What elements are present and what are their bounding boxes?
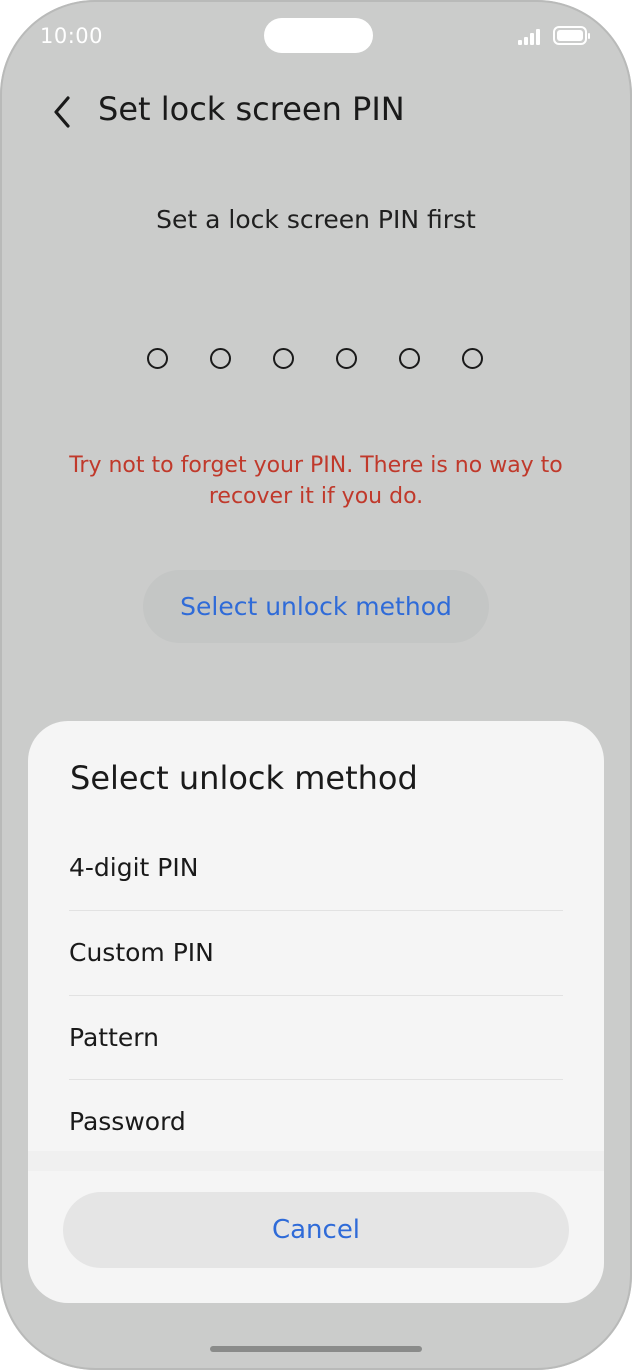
home-indicator[interactable] <box>210 1346 422 1352</box>
pin-dot <box>273 348 294 369</box>
back-button[interactable] <box>46 92 82 132</box>
pin-dot <box>147 348 168 369</box>
pin-warning: Try not to forget your PIN. There is no … <box>69 453 563 509</box>
signal-icon <box>518 28 544 45</box>
pin-dot <box>336 348 357 369</box>
pin-dot <box>210 348 231 369</box>
option-pattern[interactable]: Pattern <box>69 996 563 1080</box>
option-custom-pin[interactable]: Custom PIN <box>69 911 563 995</box>
cancel-button[interactable]: Cancel <box>63 1192 569 1268</box>
pin-indicator <box>147 348 497 372</box>
chevron-left-icon <box>54 96 70 128</box>
page-title: Set lock screen PIN <box>98 90 405 128</box>
pin-dot <box>462 348 483 369</box>
phone-screen: 10:00 Set lock screen PIN Set a lock scr… <box>0 0 632 1370</box>
scroll-fade <box>28 1151 604 1171</box>
pin-instruction: Set a lock screen PIN first <box>156 205 476 234</box>
pin-dot <box>399 348 420 369</box>
sheet-title: Select unlock method <box>70 759 418 797</box>
option-4-digit-pin[interactable]: 4-digit PIN <box>69 826 563 910</box>
camera-cutout <box>264 18 373 53</box>
battery-icon <box>553 26 590 45</box>
select-unlock-method-button[interactable]: Select unlock method <box>143 570 489 643</box>
unlock-method-sheet: Select unlock method 4-digit PIN Custom … <box>28 721 604 1303</box>
status-time: 10:00 <box>40 24 104 48</box>
